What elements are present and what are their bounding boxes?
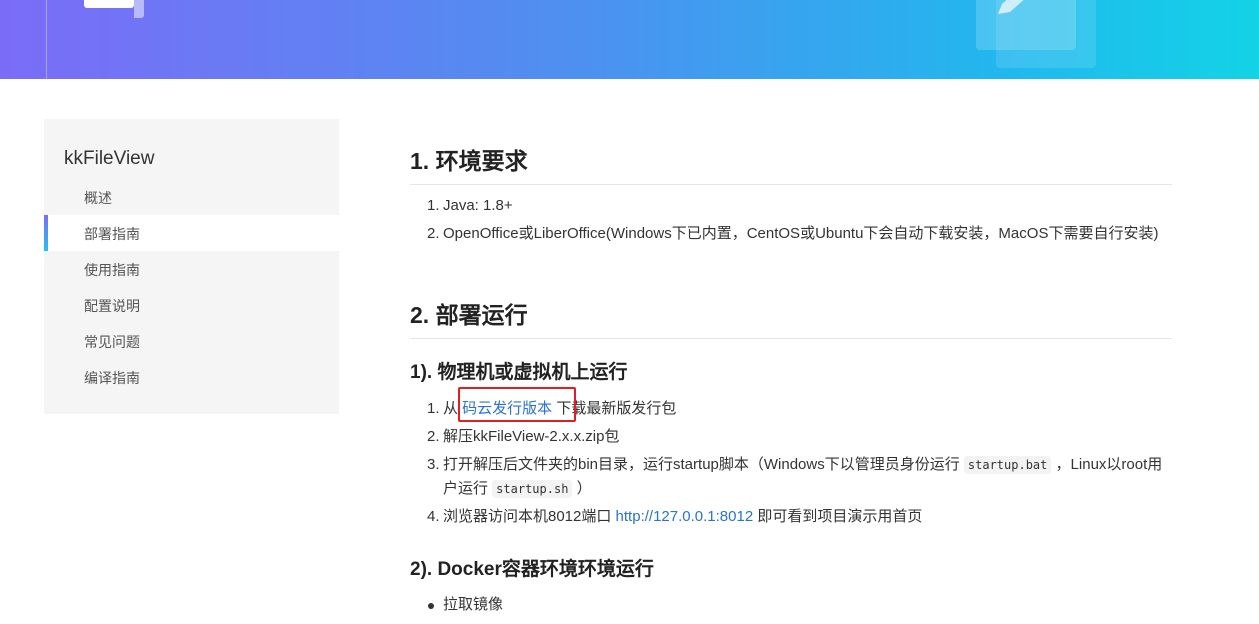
sidebar-item-label: 使用指南 bbox=[84, 262, 140, 278]
sidebar-item-deploy-guide[interactable]: 部署指南 bbox=[44, 215, 339, 251]
sidebar-item-label: 部署指南 bbox=[84, 226, 140, 242]
sidebar-item-build-guide[interactable]: 编译指南 bbox=[44, 359, 339, 395]
sidebar-item-label: 编译指南 bbox=[84, 370, 140, 386]
subsection-heading-docker: 2). Docker容器环境环境运行 bbox=[410, 559, 654, 580]
section-heading-environment: 1. 环境要求 bbox=[410, 142, 1172, 185]
localhost-link[interactable]: http://127.0.0.1:8012 bbox=[616, 508, 754, 525]
sidebar: kkFileView 概述 部署指南 使用指南 配置说明 常见问题 编译指南 bbox=[44, 119, 339, 414]
sidebar-item-usage-guide[interactable]: 使用指南 bbox=[44, 251, 339, 287]
sidebar-item-label: 概述 bbox=[84, 190, 112, 206]
list-text: 浏览器访问本机8012端口 http://127.0.0.1:8012 即可看到… bbox=[443, 505, 1172, 529]
sidebar-item-label: 配置说明 bbox=[84, 298, 140, 314]
header-banner bbox=[0, 0, 1259, 79]
text-fragment: ） bbox=[572, 480, 592, 497]
text-fragment: 打开解压后文件夹的bin目录，运行startup脚本（Windows下以管理员身… bbox=[443, 456, 964, 473]
text-fragment: 浏览器访问本机8012端口 bbox=[443, 508, 616, 525]
list-number: 1. bbox=[427, 197, 440, 214]
list-text: Java: 1.8+ bbox=[443, 197, 513, 214]
document-illustration-icon bbox=[84, 0, 144, 18]
edit-document-illustration-icon bbox=[976, 0, 1096, 68]
sidebar-item-config[interactable]: 配置说明 bbox=[44, 287, 339, 323]
list-item: 拉取镜像 bbox=[443, 593, 1188, 617]
list-text: 打开解压后文件夹的bin目录，运行startup脚本（Windows下以管理员身… bbox=[443, 453, 1172, 501]
list-number: 4. bbox=[427, 508, 440, 525]
list-text: OpenOffice或LiberOffice(Windows下已内置，CentO… bbox=[443, 225, 1159, 242]
list-text: 解压kkFileView-2.x.x.zip包 bbox=[443, 428, 620, 445]
text-fragment: 即可看到项目演示用首页 bbox=[753, 508, 923, 525]
sidebar-title[interactable]: kkFileView bbox=[64, 148, 154, 170]
list-number: 3. bbox=[427, 456, 440, 473]
section-heading-deploy: 2. 部署运行 bbox=[410, 296, 1172, 339]
highlight-annotation-box bbox=[458, 387, 576, 422]
subsection-heading-physical: 1). 物理机或虚拟机上运行 bbox=[410, 362, 628, 383]
banner-divider bbox=[46, 0, 47, 79]
sidebar-item-label: 常见问题 bbox=[84, 334, 140, 350]
list-number: 1. bbox=[427, 400, 440, 417]
bullet-icon bbox=[428, 603, 434, 609]
list-number: 2. bbox=[427, 428, 440, 445]
inline-code: startup.sh bbox=[492, 480, 573, 498]
list-number: 2. bbox=[427, 225, 440, 242]
inline-code: startup.bat bbox=[963, 456, 1052, 474]
list-text: 拉取镜像 bbox=[443, 596, 504, 613]
sidebar-item-faq[interactable]: 常见问题 bbox=[44, 323, 339, 359]
sidebar-item-overview[interactable]: 概述 bbox=[44, 179, 339, 215]
